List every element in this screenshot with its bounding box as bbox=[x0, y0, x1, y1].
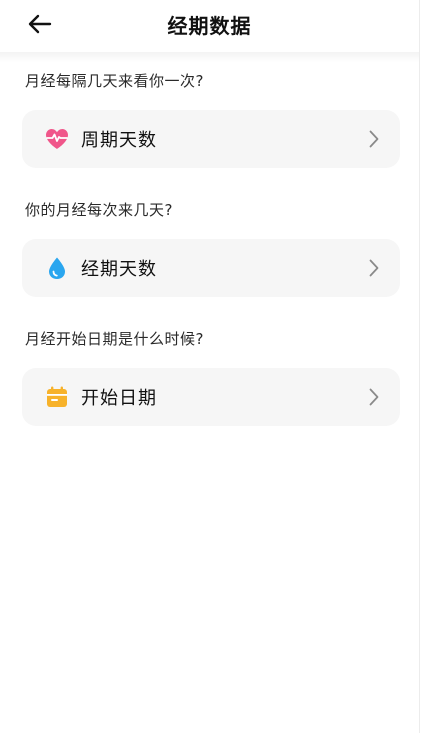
period-days-label: 经期天数 bbox=[81, 259, 157, 280]
calendar-icon bbox=[44, 384, 70, 410]
chevron-right-icon bbox=[366, 258, 382, 278]
start-date-label: 开始日期 bbox=[81, 388, 157, 409]
water-drop-icon bbox=[44, 255, 70, 281]
page: 经期数据 月经每隔几天来看你一次? 周期天数 你的月经每次来几天? 经期天数 月… bbox=[0, 0, 420, 733]
start-date-question: 月经开始日期是什么时候? bbox=[25, 330, 204, 348]
chevron-right-icon bbox=[366, 129, 382, 149]
cycle-question: 月经每隔几天来看你一次? bbox=[25, 72, 204, 90]
page-title: 经期数据 bbox=[167, 14, 252, 38]
start-date-row[interactable]: 开始日期 bbox=[22, 368, 400, 426]
top-bar: 经期数据 bbox=[0, 0, 419, 52]
cycle-days-label: 周期天数 bbox=[81, 130, 157, 151]
cycle-days-row[interactable]: 周期天数 bbox=[22, 110, 400, 168]
chevron-right-icon bbox=[366, 387, 382, 407]
period-days-row[interactable]: 经期天数 bbox=[22, 239, 400, 297]
header-divider bbox=[0, 52, 419, 62]
heart-pulse-icon bbox=[44, 126, 70, 152]
period-length-question: 你的月经每次来几天? bbox=[25, 201, 173, 219]
